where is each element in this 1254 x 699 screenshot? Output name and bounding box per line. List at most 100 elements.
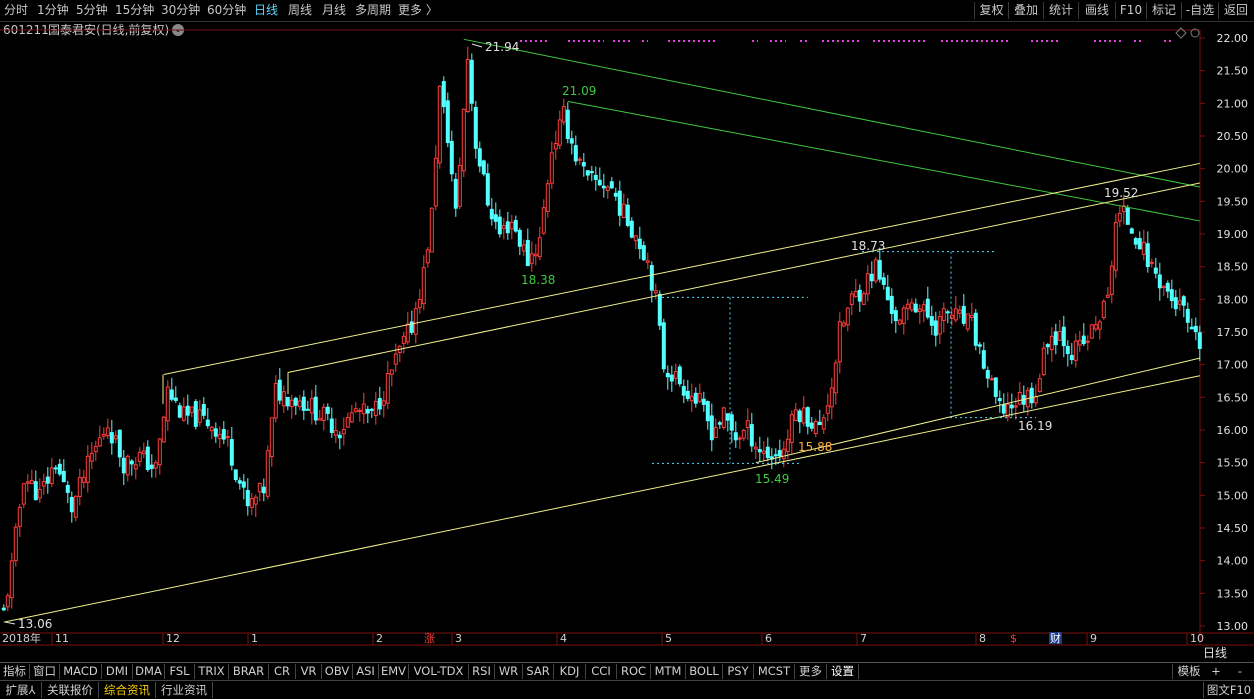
indicator-tab[interactable]: DMI <box>102 664 133 679</box>
related-quotes-tab[interactable]: 关联报价 <box>42 682 99 698</box>
x-month-label: 12 <box>166 632 180 645</box>
x-month-label: 3 <box>455 632 462 645</box>
indicator-tab[interactable]: TRIX <box>195 664 229 679</box>
candle-up <box>165 386 170 422</box>
candle-up <box>73 495 78 518</box>
y-tick-label: 18.00 <box>1217 293 1249 306</box>
indicator-tab[interactable]: EMV <box>379 664 409 679</box>
price-chart[interactable]: 22.00 21.50 21.00 20.50 20.00 19.50 19.00 18.50… <box>0 0 1254 662</box>
candle-up <box>25 481 30 484</box>
y-tick-label: 14.00 <box>1217 555 1249 568</box>
indicator-tab[interactable]: VR <box>296 664 322 679</box>
candle-down <box>701 398 706 405</box>
candle-down <box>617 190 622 216</box>
candle-up <box>897 319 902 325</box>
indicator-tab[interactable]: MACD <box>60 664 102 679</box>
candle-up <box>93 446 98 453</box>
candle-down <box>129 460 134 465</box>
candle-down <box>489 208 494 220</box>
f10-graphic-tab[interactable]: 图文F10 <box>1203 682 1254 698</box>
candle-up <box>721 407 726 428</box>
indicator-tab[interactable]: MTM <box>651 664 686 679</box>
indicator-tab[interactable]: FSL <box>165 664 195 679</box>
y-tick-label: 19.00 <box>1217 228 1249 241</box>
indicator-settings[interactable]: 设置 <box>827 664 859 679</box>
candle-up <box>1097 321 1102 330</box>
candle-up <box>689 395 694 402</box>
indicator-tab[interactable]: ASI <box>353 664 379 679</box>
indicator-tab[interactable]: 指标 <box>0 664 30 679</box>
candle-down <box>685 390 690 399</box>
indicator-tab[interactable]: SAR <box>523 664 554 679</box>
candle-up <box>549 152 554 184</box>
candle-up <box>257 482 262 493</box>
candle-up <box>29 480 34 484</box>
indicator-tab[interactable]: 窗口 <box>30 664 60 679</box>
candle-up <box>737 437 742 440</box>
general-info-tab[interactable]: 综合资讯 <box>99 682 156 698</box>
indicator-tab[interactable]: RSI <box>469 664 495 679</box>
indicator-tab[interactable]: PSY <box>723 664 754 679</box>
candle-down <box>285 396 290 407</box>
indicator-tab-more[interactable]: 更多 <box>795 664 827 679</box>
candle-up <box>381 400 386 406</box>
candle-down <box>1029 387 1034 404</box>
candle-up <box>421 267 426 305</box>
candle-up <box>393 353 398 365</box>
industry-info-tab[interactable]: 行业资讯 <box>156 682 213 698</box>
candle-down <box>525 239 530 266</box>
candle-up <box>97 437 102 447</box>
candle-down <box>121 457 126 474</box>
candle-down <box>625 204 630 226</box>
indicator-tab[interactable]: DMA <box>133 664 165 679</box>
candle-down <box>585 170 590 176</box>
candle-up <box>845 307 850 326</box>
candle-up <box>1161 285 1166 289</box>
candle-up <box>249 498 254 508</box>
indicator-tab[interactable]: KDJ <box>554 664 586 679</box>
candle-down <box>1053 331 1058 346</box>
indicator-tab[interactable]: WR <box>495 664 523 679</box>
y-tick-label: 22.00 <box>1217 32 1249 45</box>
candle-up <box>541 207 546 234</box>
candle-down <box>1197 332 1202 349</box>
price-label-low: 13.06 <box>18 617 52 631</box>
candle-up <box>921 304 926 312</box>
candle-down <box>193 401 198 427</box>
candle-down <box>1061 326 1066 347</box>
candle-up <box>553 142 558 150</box>
indicator-tab[interactable]: ROC <box>617 664 651 679</box>
candle-down <box>485 173 490 206</box>
candle-up <box>457 164 462 207</box>
candle-up <box>85 455 90 483</box>
expand-tab[interactable]: 扩展⅄ <box>0 682 42 698</box>
indicator-tab[interactable]: BRAR <box>229 664 269 679</box>
remove-icon[interactable]: - <box>1230 664 1250 679</box>
indicator-tab[interactable]: VOL-TDX <box>409 664 469 679</box>
candle-down <box>777 450 782 457</box>
candle-up <box>77 477 82 498</box>
indicator-tab[interactable]: MCST <box>754 664 795 679</box>
candle-down <box>993 377 998 397</box>
indicator-tab[interactable]: CR <box>269 664 296 679</box>
candle-up <box>789 414 794 443</box>
candle-down <box>453 178 458 209</box>
indicator-tab[interactable]: CCI <box>586 664 617 679</box>
indicator-tab[interactable]: OBV <box>322 664 353 679</box>
candle-up <box>101 433 106 437</box>
candle-down <box>145 446 150 471</box>
add-icon[interactable]: + <box>1206 664 1226 679</box>
candle-up <box>157 438 162 466</box>
candle-up <box>785 438 790 452</box>
indicator-tab[interactable]: BOLL <box>686 664 723 679</box>
axis-unit-label: 日线 <box>1203 646 1227 660</box>
candle-down <box>241 481 246 488</box>
y-tick-label: 16.50 <box>1217 391 1249 404</box>
candle-up <box>425 249 430 264</box>
candle-up <box>1041 347 1046 376</box>
candle-up <box>761 450 766 454</box>
candle-down <box>857 289 862 302</box>
template-button[interactable]: 模板 <box>1172 664 1205 679</box>
candle-down <box>313 396 318 421</box>
candle-down <box>229 439 234 466</box>
